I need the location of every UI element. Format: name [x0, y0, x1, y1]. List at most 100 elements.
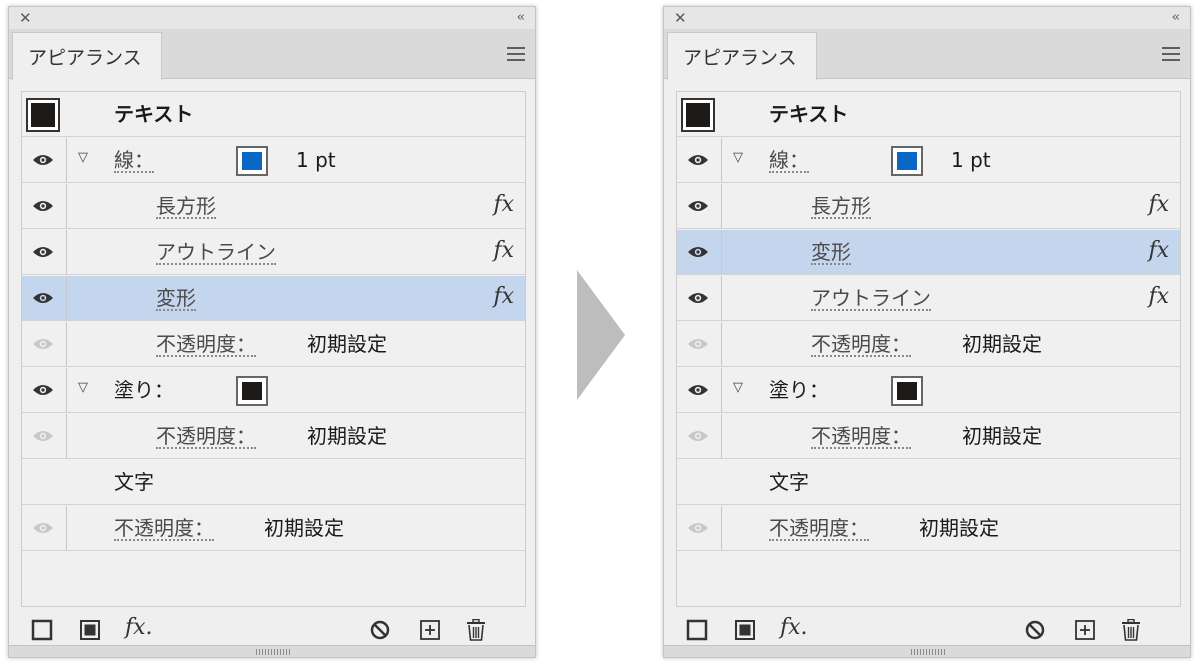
stroke-opacity-row[interactable]: 不透明度： 初期設定 [22, 322, 525, 367]
effect-row[interactable]: 長方形 fx [677, 184, 1180, 229]
resize-grip[interactable] [9, 645, 535, 657]
eye-icon[interactable] [687, 521, 709, 535]
stroke-row[interactable]: ▽ 線： 1 pt [677, 138, 1180, 183]
eye-icon[interactable] [32, 199, 54, 213]
add-new-effect-icon[interactable]: fx. [125, 615, 153, 640]
clear-appearance-icon[interactable] [369, 619, 391, 641]
fill-color-swatch[interactable] [891, 376, 923, 406]
eye-icon[interactable] [687, 291, 709, 305]
trash-icon[interactable] [465, 619, 487, 641]
eye-icon[interactable] [32, 245, 54, 259]
effect-row[interactable]: アウトライン fx [677, 276, 1180, 321]
eye-icon[interactable] [32, 291, 54, 305]
resize-grip[interactable] [664, 645, 1190, 657]
add-new-fill-icon[interactable] [79, 619, 101, 641]
stroke-color-fill [242, 152, 262, 170]
fill-label[interactable]: 塗り： [114, 378, 174, 402]
eye-icon[interactable] [687, 383, 709, 397]
eye-icon[interactable] [687, 199, 709, 213]
appearance-panel-after: ✕ ‹‹ アピアランス テキスト ▽ 線： 1 pt 長方形 fx 変形 fx … [663, 6, 1191, 658]
fill-opacity-row[interactable]: 不透明度： 初期設定 [22, 414, 525, 459]
object-opacity-row[interactable]: 不透明度： 初期設定 [22, 506, 525, 551]
eye-icon[interactable] [32, 337, 54, 351]
double-chevron-left-icon[interactable]: ‹‹ [1172, 9, 1181, 27]
chevron-down-icon[interactable]: ▽ [733, 150, 743, 165]
effect-rectangle-link[interactable]: 長方形 [156, 195, 216, 219]
effect-row[interactable]: アウトライン fx [22, 230, 525, 275]
panel-titlebar: ✕ ‹‹ [9, 7, 535, 29]
fx-icon: fx [1148, 284, 1169, 309]
stroke-weight-value[interactable]: 1 pt [951, 148, 991, 172]
hamburger-menu-icon[interactable] [1162, 47, 1180, 61]
effect-transform-link[interactable]: 変形 [156, 287, 196, 311]
object-opacity-row[interactable]: 不透明度： 初期設定 [677, 506, 1180, 551]
opacity-label[interactable]: 不透明度： [769, 517, 869, 541]
panel-bottom-toolbar: fx. [664, 613, 1190, 649]
stroke-row[interactable]: ▽ 線： 1 pt [22, 138, 525, 183]
eye-icon[interactable] [687, 429, 709, 443]
object-thumbnail [26, 98, 60, 132]
add-new-effect-icon[interactable]: fx. [780, 615, 808, 640]
panel-tabbar: アピアランス [664, 29, 1190, 80]
add-new-stroke-icon[interactable] [686, 619, 708, 641]
object-thumbnail [681, 98, 715, 132]
effect-rectangle-link[interactable]: 長方形 [811, 195, 871, 219]
add-new-stroke-icon[interactable] [31, 619, 53, 641]
eye-icon[interactable] [32, 153, 54, 167]
eye-icon[interactable] [32, 521, 54, 535]
fill-row[interactable]: ▽ 塗り： [677, 368, 1180, 413]
opacity-value: 初期設定 [264, 516, 344, 540]
fill-label[interactable]: 塗り： [769, 378, 829, 402]
opacity-label[interactable]: 不透明度： [811, 425, 911, 449]
close-icon[interactable]: ✕ [674, 9, 687, 27]
close-icon[interactable]: ✕ [19, 9, 32, 27]
object-row[interactable]: テキスト [677, 92, 1180, 137]
effect-outline-link[interactable]: アウトライン [811, 287, 931, 311]
eye-icon[interactable] [32, 429, 54, 443]
add-new-fill-icon[interactable] [734, 619, 756, 641]
characters-row[interactable]: 文字 [22, 460, 525, 505]
object-row[interactable]: テキスト [22, 92, 525, 137]
eye-icon[interactable] [32, 383, 54, 397]
characters-row[interactable]: 文字 [677, 460, 1180, 505]
opacity-label[interactable]: 不透明度： [156, 425, 256, 449]
stroke-label[interactable]: 線： [769, 149, 809, 173]
fill-color-swatch[interactable] [236, 376, 268, 406]
effect-transform-link[interactable]: 変形 [811, 241, 851, 265]
eye-icon[interactable] [687, 245, 709, 259]
duplicate-item-icon[interactable] [1074, 619, 1096, 641]
fill-row[interactable]: ▽ 塗り： [22, 368, 525, 413]
stroke-opacity-row[interactable]: 不透明度： 初期設定 [677, 322, 1180, 367]
opacity-label[interactable]: 不透明度： [811, 333, 911, 357]
chevron-down-icon[interactable]: ▽ [733, 380, 743, 395]
eye-icon[interactable] [687, 153, 709, 167]
stroke-color-swatch[interactable] [891, 146, 923, 176]
fill-opacity-row[interactable]: 不透明度： 初期設定 [677, 414, 1180, 459]
stroke-color-swatch[interactable] [236, 146, 268, 176]
opacity-value: 初期設定 [919, 516, 999, 540]
stroke-weight-value[interactable]: 1 pt [296, 148, 336, 172]
opacity-value: 初期設定 [307, 332, 387, 356]
appearance-panel-before: ✕ ‹‹ アピアランス テキスト ▽ 線： 1 pt 長方形 fx アウトライン… [8, 6, 536, 658]
opacity-label[interactable]: 不透明度： [156, 333, 256, 357]
opacity-label[interactable]: 不透明度： [114, 517, 214, 541]
opacity-value: 初期設定 [962, 424, 1042, 448]
effect-row-selected[interactable]: 変形 fx [677, 230, 1180, 275]
double-chevron-left-icon[interactable]: ‹‹ [517, 9, 526, 27]
effect-row-selected[interactable]: 変形 fx [22, 276, 525, 321]
object-type-label: テキスト [769, 102, 849, 126]
panel-bottom-toolbar: fx. [9, 613, 535, 649]
chevron-down-icon[interactable]: ▽ [78, 150, 88, 165]
effect-outline-link[interactable]: アウトライン [156, 241, 276, 265]
stroke-label[interactable]: 線： [114, 149, 154, 173]
trash-icon[interactable] [1120, 619, 1142, 641]
opacity-value: 初期設定 [307, 424, 387, 448]
hamburger-menu-icon[interactable] [507, 47, 525, 61]
eye-icon[interactable] [687, 337, 709, 351]
clear-appearance-icon[interactable] [1024, 619, 1046, 641]
duplicate-item-icon[interactable] [419, 619, 441, 641]
tab-appearance[interactable]: アピアランス [12, 32, 162, 80]
tab-appearance[interactable]: アピアランス [667, 32, 817, 80]
effect-row[interactable]: 長方形 fx [22, 184, 525, 229]
chevron-down-icon[interactable]: ▽ [78, 380, 88, 395]
